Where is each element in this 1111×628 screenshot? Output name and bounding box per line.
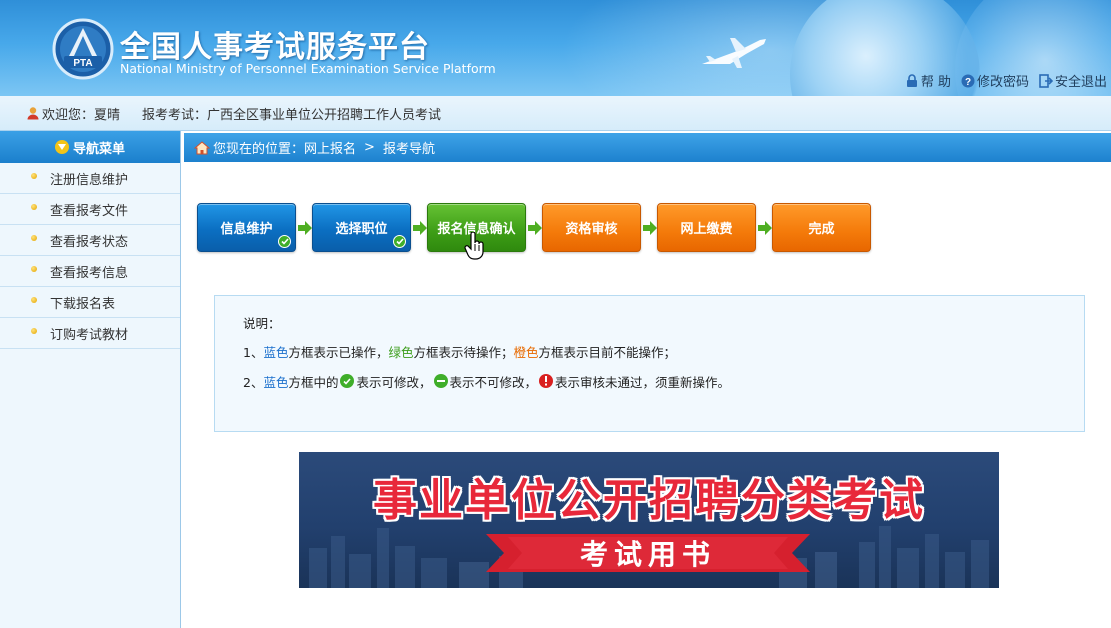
step-label: 信息维护 <box>220 222 273 237</box>
svg-text:?: ? <box>965 77 971 88</box>
step-qualification-review[interactable]: 资格审核 <box>542 203 641 252</box>
logout-link[interactable]: 安全退出 <box>1039 71 1107 90</box>
instruction-text: 方框中的 <box>288 374 339 390</box>
sidebar-item-label: 查看报考文件 <box>50 203 129 219</box>
welcome-bar: 欢迎您： 夏晴 报考考试： 广西全区事业单位公开招聘工作人员考试 <box>0 96 1111 131</box>
instructions-heading-text: 说明： <box>243 315 281 331</box>
step-label: 网上缴费 <box>680 222 733 237</box>
instructions-heading: 说明： <box>243 312 1056 332</box>
bullet-icon <box>31 204 37 210</box>
change-password-link[interactable]: ? 修改密码 <box>961 71 1029 90</box>
question-icon: ? <box>961 74 975 88</box>
banner-headline: 事业单位公开招聘分类考试 <box>373 475 925 526</box>
bullet-icon <box>31 297 37 303</box>
help-link[interactable]: 帮 助 <box>905 71 951 90</box>
sidebar-item-label: 订购考试教材 <box>50 327 129 343</box>
step-online-payment[interactable]: 网上缴费 <box>657 203 756 252</box>
check-icon <box>393 235 406 248</box>
green-color-word: 绿色 <box>388 344 414 360</box>
help-label: 帮 助 <box>920 75 951 90</box>
step-label: 选择职位 <box>335 222 388 237</box>
instruction-text: 表示审核未通过，须重新操作。 <box>555 374 731 390</box>
line-number: 1、 <box>243 344 264 360</box>
sidebar-item-download-form[interactable]: 下载报名表 <box>0 287 180 318</box>
banner-ribbon-text: 考试用书 <box>579 538 716 571</box>
check-icon <box>340 374 355 388</box>
user-icon <box>27 107 39 120</box>
step-select-position[interactable]: 选择职位 <box>312 203 411 252</box>
bullet-icon <box>31 266 37 272</box>
arrow-right-icon <box>413 221 427 235</box>
sidebar-item-label: 下载报名表 <box>50 296 116 312</box>
step-label: 完成 <box>808 222 835 237</box>
step-info-maintenance[interactable]: 信息维护 <box>197 203 296 252</box>
check-icon <box>278 235 291 248</box>
site-header: PTA 全国人事考试服务平台 National Ministry of Pers… <box>0 0 1111 96</box>
logout-icon <box>1039 73 1053 88</box>
breadcrumb: 您现在的位置： 网上报名 > 报考导航 <box>184 133 1111 162</box>
pta-logo-icon: PTA <box>52 18 114 80</box>
sidebar-item-exam-status[interactable]: 查看报考状态 <box>0 225 180 256</box>
bullet-icon <box>31 235 37 241</box>
change-password-label: 修改密码 <box>976 75 1029 90</box>
nav-menu-title: 导航菜单 <box>0 131 180 163</box>
sidebar-item-label: 注册信息维护 <box>50 172 129 188</box>
breadcrumb-level1[interactable]: 网上报名 <box>304 138 356 157</box>
arrow-right-icon <box>528 221 542 235</box>
step-label: 资格审核 <box>565 222 618 237</box>
sidebar: 导航菜单 注册信息维护 查看报考文件 查看报考状态 查看报考信息 下载报名表 订… <box>0 131 181 628</box>
instructions-box: 说明： 1、 蓝色 方框表示已操作， 绿色 方框表示待操作； 橙色 方框表示目前… <box>214 295 1085 432</box>
breadcrumb-level2: 报考导航 <box>382 142 435 157</box>
blue-color-word: 蓝色 <box>263 344 289 360</box>
textbook-banner[interactable]: 事业单位公开招聘分类考试 考试用书 <box>299 452 999 588</box>
bullet-icon <box>31 328 37 334</box>
exam-name: 广西全区事业单位公开招聘工作人员考试 <box>207 107 442 123</box>
arrow-right-icon <box>758 221 772 235</box>
lock-icon <box>906 73 917 87</box>
breadcrumb-prefix: 您现在的位置： <box>213 142 305 157</box>
exam-label: 报考考试： <box>142 107 208 123</box>
exclamation-icon <box>539 374 554 388</box>
instruction-text: 方框表示待操作； <box>413 344 514 360</box>
airplane-icon <box>702 38 766 68</box>
hand-cursor-icon <box>464 232 484 260</box>
chevron-down-icon <box>54 140 69 154</box>
sidebar-item-label: 查看报考信息 <box>50 265 129 281</box>
instruction-line-1: 1、 蓝色 方框表示已操作， 绿色 方框表示待操作； 橙色 方框表示目前不能操作… <box>243 336 1056 366</box>
site-subtitle: National Ministry of Personnel Examinati… <box>120 61 496 76</box>
sidebar-item-label: 查看报考状态 <box>50 234 129 250</box>
step-complete[interactable]: 完成 <box>772 203 871 252</box>
user-name: 夏晴 <box>94 107 121 123</box>
logo-text: PTA <box>73 58 92 69</box>
instruction-text: 表示可修改， <box>356 374 432 390</box>
instruction-text: 方框表示已操作， <box>288 344 389 360</box>
instruction-text: 表示不可修改， <box>449 374 538 390</box>
blue-color-word: 蓝色 <box>263 374 289 390</box>
instruction-text: 方框表示目前不能操作； <box>538 344 677 360</box>
minus-icon <box>433 374 448 388</box>
greeting-label: 欢迎您： <box>42 107 95 123</box>
breadcrumb-separator: > <box>364 140 375 155</box>
header-links: 帮 助 ? 修改密码 安全退出 <box>905 71 1107 90</box>
line-number: 2、 <box>243 374 264 390</box>
nav-menu-title-label: 导航菜单 <box>72 141 125 157</box>
sidebar-item-exam-info[interactable]: 查看报考信息 <box>0 256 180 287</box>
site-title: 全国人事考试服务平台 <box>120 30 430 65</box>
sidebar-item-registration-info[interactable]: 注册信息维护 <box>0 163 180 194</box>
arrow-right-icon <box>643 221 657 235</box>
bullet-icon <box>31 173 37 179</box>
arrow-right-icon <box>298 221 312 235</box>
logout-label: 安全退出 <box>1054 75 1107 90</box>
instruction-line-2: 2、 蓝色 方框中的 表示可修改， 表示不可修改， 表示审核未通过，须重新操作。 <box>243 366 1056 396</box>
sidebar-item-exam-documents[interactable]: 查看报考文件 <box>0 194 180 225</box>
home-icon <box>194 140 210 154</box>
sidebar-item-order-textbooks[interactable]: 订购考试教材 <box>0 318 180 349</box>
orange-color-word: 橙色 <box>513 344 539 360</box>
